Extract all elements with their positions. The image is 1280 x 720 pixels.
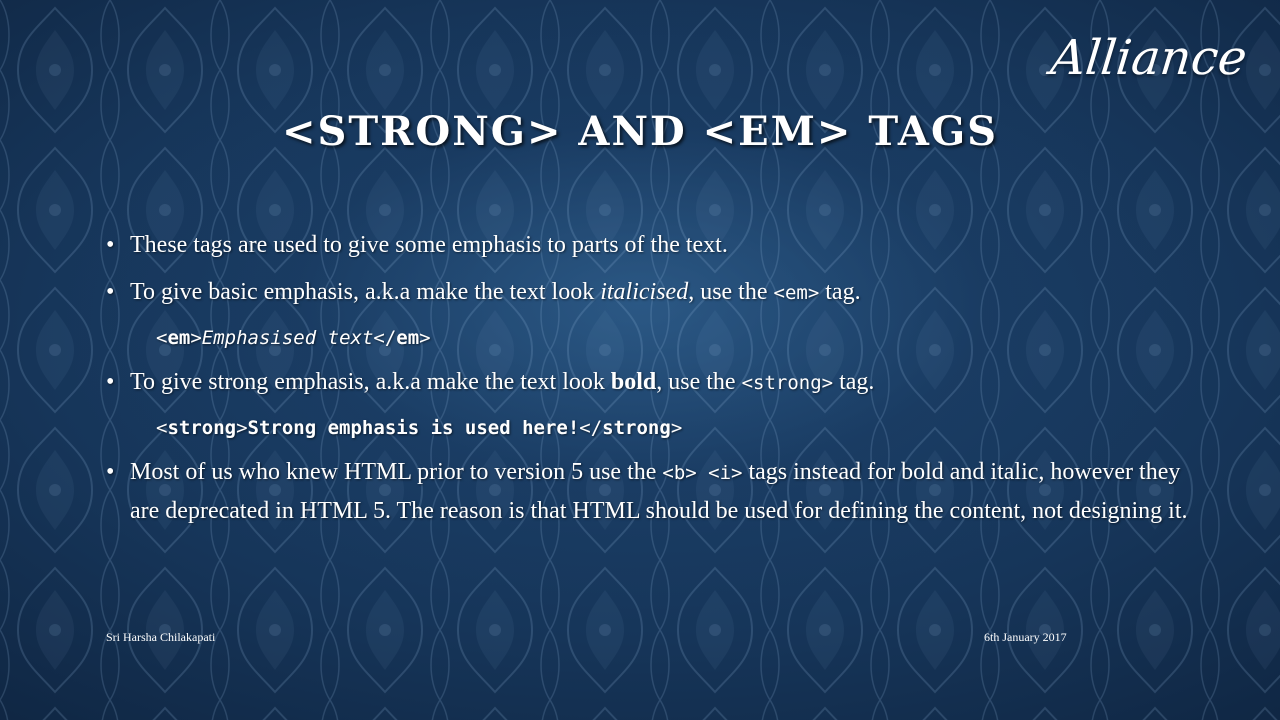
bullet-text-before: To give strong emphasis, a.k.a make the … bbox=[130, 369, 611, 395]
footer-author: Sri Harsha Chilakapati bbox=[106, 630, 216, 644]
code-tag-name: strong bbox=[602, 417, 671, 439]
bullet-text-middle: , use the bbox=[688, 279, 774, 305]
bullet-item-4: Most of us who knew HTML prior to versio… bbox=[106, 453, 1196, 530]
inline-code-em: <em> bbox=[773, 282, 820, 304]
code-token: </ bbox=[579, 417, 603, 439]
code-example-em: <em>Emphasised text</em> bbox=[106, 321, 1196, 355]
code-strong-content: Strong emphasis is used here! bbox=[247, 417, 580, 439]
bullet-text-after: tag. bbox=[819, 279, 861, 305]
bullet-item-3: To give strong emphasis, a.k.a make the … bbox=[106, 363, 1196, 402]
code-tag-name: em bbox=[167, 327, 191, 349]
code-token: </ bbox=[373, 327, 397, 349]
code-tag-name: em bbox=[396, 327, 420, 349]
slide-title: <STRONG> AND <EM> TAGS bbox=[281, 108, 998, 155]
alliance-logo: Alliance bbox=[1048, 30, 1250, 86]
code-token: > bbox=[236, 417, 248, 439]
inline-code-b-i: <b> <i> bbox=[662, 462, 743, 484]
code-token: < bbox=[156, 327, 168, 349]
bullet-text-after: tag. bbox=[833, 369, 875, 395]
inline-code-strong: <strong> bbox=[741, 372, 834, 394]
code-em-content: Emphasised text bbox=[201, 327, 374, 349]
bullet-text: These tags are used to give some emphasi… bbox=[130, 232, 728, 258]
footer-date: 6th January 2017 bbox=[984, 630, 1067, 644]
bold-word: bold bbox=[610, 369, 657, 395]
bullet-text-before: To give basic emphasis, a.k.a make the t… bbox=[130, 279, 601, 305]
bullet-item-2: To give basic emphasis, a.k.a make the t… bbox=[106, 273, 1196, 312]
bullet-text-before: Most of us who knew HTML prior to versio… bbox=[130, 459, 663, 485]
code-token: < bbox=[156, 417, 168, 439]
code-token: > bbox=[670, 417, 683, 439]
bullet-text-middle: , use the bbox=[656, 369, 742, 395]
slide-body: These tags are used to give some emphasi… bbox=[106, 226, 1196, 539]
bullet-item-1: These tags are used to give some emphasi… bbox=[106, 226, 1196, 264]
code-token: > bbox=[419, 327, 431, 349]
italic-word: italicised bbox=[600, 279, 689, 305]
code-token: > bbox=[190, 327, 202, 349]
code-tag-name: strong bbox=[167, 417, 237, 439]
code-example-strong: <strong>Strong emphasis is used here!</s… bbox=[106, 411, 1196, 445]
